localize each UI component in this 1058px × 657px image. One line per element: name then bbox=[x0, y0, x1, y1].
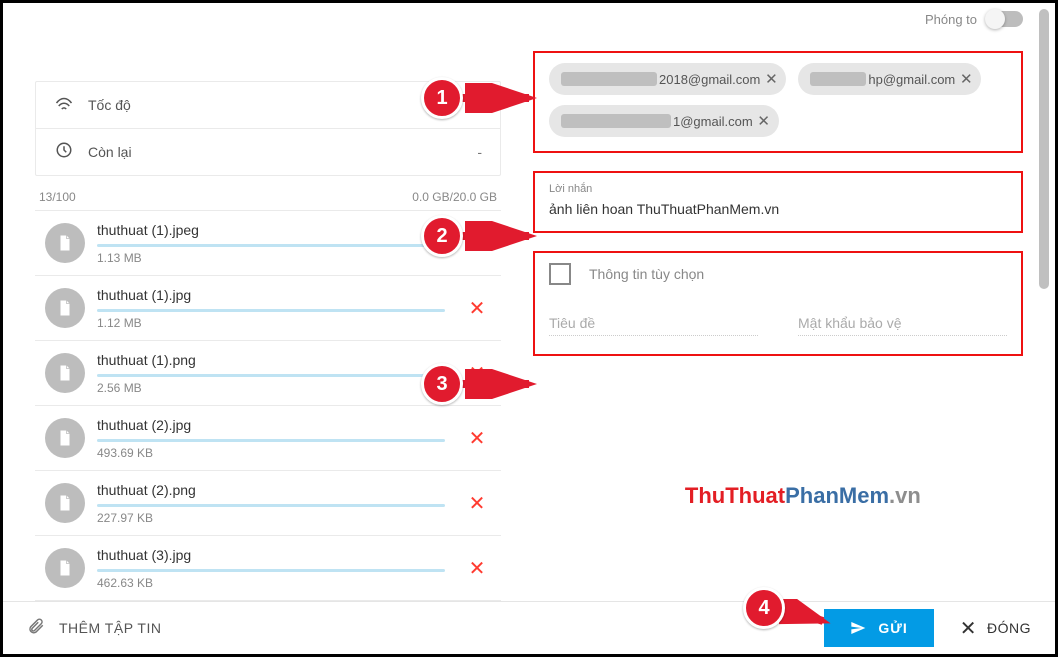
watermark: ThuThuatPhanMem.vn bbox=[685, 483, 921, 509]
remove-recipient-icon[interactable]: ✕ bbox=[753, 112, 775, 130]
remove-file-button[interactable]: ✕ bbox=[457, 491, 497, 516]
message-text[interactable]: ảnh liên hoan ThuThuatPhanMem.vn bbox=[549, 201, 1007, 217]
file-name: thuthuat (1).jpeg bbox=[97, 222, 445, 238]
password-field[interactable]: Mật khẩu bảo vệ bbox=[798, 315, 1007, 336]
file-size: 2.56 MB bbox=[97, 381, 445, 395]
file-size: 493.69 KB bbox=[97, 446, 445, 460]
annotation-arrow-3 bbox=[459, 369, 539, 399]
file-name: thuthuat (1).png bbox=[97, 352, 445, 368]
clock-icon bbox=[54, 141, 74, 164]
optional-checkbox[interactable] bbox=[549, 263, 571, 285]
file-progress bbox=[97, 439, 445, 442]
speed-label: Tốc độ bbox=[88, 97, 131, 113]
file-progress bbox=[97, 374, 445, 377]
optional-box: Thông tin tùy chọn Tiêu đề Mật khẩu bảo … bbox=[533, 251, 1023, 356]
file-row: thuthuat (1).jpg 1.12 MB ✕ bbox=[35, 276, 501, 341]
close-button[interactable]: ✕ ĐÓNG bbox=[960, 616, 1031, 641]
recipient-chip[interactable]: 2018@gmail.com✕ bbox=[549, 63, 786, 95]
remaining-row: Còn lại - bbox=[36, 129, 500, 175]
remove-recipient-icon[interactable]: ✕ bbox=[955, 70, 977, 88]
annotation-arrow-4 bbox=[779, 599, 835, 629]
recipient-redacted bbox=[810, 72, 866, 86]
annotation-arrow-1 bbox=[459, 83, 539, 113]
file-size: 462.63 KB bbox=[97, 576, 445, 590]
annotation-badge-4: 4 bbox=[743, 587, 785, 629]
paperclip-icon bbox=[27, 617, 45, 640]
annotation-arrow-2 bbox=[459, 221, 539, 251]
file-name: thuthuat (2).jpg bbox=[97, 417, 445, 433]
message-box[interactable]: Lời nhắn ảnh liên hoan ThuThuatPhanMem.v… bbox=[533, 171, 1023, 233]
file-progress bbox=[97, 569, 445, 572]
file-icon bbox=[45, 483, 85, 523]
file-icon bbox=[45, 548, 85, 588]
remaining-value: - bbox=[477, 144, 482, 160]
remove-file-button[interactable]: ✕ bbox=[457, 296, 497, 321]
file-row: thuthuat (2).png 227.97 KB ✕ bbox=[35, 471, 501, 536]
close-icon: ✕ bbox=[960, 616, 977, 641]
recipient-redacted bbox=[561, 114, 671, 128]
recipient-chips: 2018@gmail.com✕hp@gmail.com✕1@gmail.com✕ bbox=[549, 63, 1007, 137]
file-progress bbox=[97, 244, 445, 247]
file-name: thuthuat (3).jpg bbox=[97, 547, 445, 563]
file-size: 1.12 MB bbox=[97, 316, 445, 330]
annotation-badge-2: 2 bbox=[421, 215, 463, 257]
annotation-badge-1: 1 bbox=[421, 77, 463, 119]
file-icon bbox=[45, 353, 85, 393]
recipient-suffix: 1@gmail.com bbox=[673, 114, 753, 129]
send-button[interactable]: GỬI bbox=[824, 609, 933, 647]
recipient-suffix: 2018@gmail.com bbox=[659, 72, 760, 87]
file-progress bbox=[97, 504, 445, 507]
file-icon bbox=[45, 418, 85, 458]
quota: 0.0 GB/20.0 GB bbox=[412, 190, 497, 204]
recipients-box: 2018@gmail.com✕hp@gmail.com✕1@gmail.com✕ bbox=[533, 51, 1023, 153]
recipient-redacted bbox=[561, 72, 657, 86]
message-label: Lời nhắn bbox=[549, 183, 1007, 195]
title-field[interactable]: Tiêu đề bbox=[549, 315, 758, 336]
file-list: thuthuat (1).jpeg1.13 MB✕thuthuat (1).jp… bbox=[35, 210, 501, 601]
remove-file-button[interactable]: ✕ bbox=[457, 426, 497, 451]
add-file-button[interactable]: THÊM TẬP TIN bbox=[27, 617, 161, 640]
send-icon bbox=[850, 620, 866, 636]
file-name: thuthuat (2).png bbox=[97, 482, 445, 498]
file-progress bbox=[97, 309, 445, 312]
file-row: thuthuat (3).jpg 462.63 KB ✕ bbox=[35, 536, 501, 601]
remaining-label: Còn lại bbox=[88, 144, 132, 160]
file-name: thuthuat (1).jpg bbox=[97, 287, 445, 303]
remove-file-button[interactable]: ✕ bbox=[457, 556, 497, 581]
file-icon bbox=[45, 288, 85, 328]
recipient-chip[interactable]: 1@gmail.com✕ bbox=[549, 105, 779, 137]
file-row: thuthuat (2).jpg 493.69 KB ✕ bbox=[35, 406, 501, 471]
file-size: 1.13 MB bbox=[97, 251, 445, 265]
file-counter: 13/100 bbox=[39, 190, 76, 204]
recipient-chip[interactable]: hp@gmail.com✕ bbox=[798, 63, 981, 95]
remove-recipient-icon[interactable]: ✕ bbox=[760, 70, 782, 88]
file-size: 227.97 KB bbox=[97, 511, 445, 525]
annotation-badge-3: 3 bbox=[421, 363, 463, 405]
recipient-suffix: hp@gmail.com bbox=[868, 72, 955, 87]
speed-icon bbox=[54, 94, 74, 117]
optional-label: Thông tin tùy chọn bbox=[589, 266, 704, 282]
file-icon bbox=[45, 223, 85, 263]
